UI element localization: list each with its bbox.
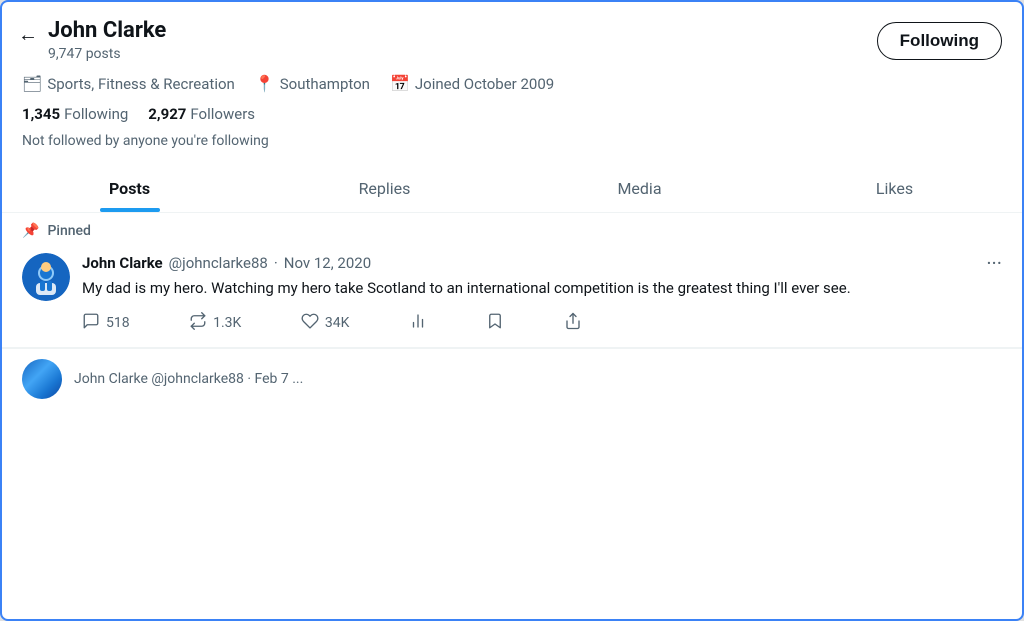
next-tweet-avatar bbox=[22, 359, 62, 399]
category-meta: 🗂 Sports, Fitness & Recreation bbox=[22, 74, 235, 93]
share-action[interactable] bbox=[564, 312, 582, 335]
category-text: Sports, Fitness & Recreation bbox=[47, 75, 235, 93]
like-icon bbox=[301, 312, 319, 335]
profile-card: ← John Clarke 9,747 posts Following 🗂 Sp… bbox=[0, 0, 1024, 621]
user-display-name: John Clarke bbox=[48, 18, 166, 44]
pinned-tweet: John Clarke @johnclarke88 · Nov 12, 2020… bbox=[2, 245, 1022, 348]
tweet-more-button[interactable]: ··· bbox=[986, 253, 1002, 273]
meta-row: 🗂 Sports, Fitness & Recreation 📍 Southam… bbox=[2, 70, 1022, 101]
following-count: 1,345 bbox=[22, 105, 60, 123]
location-meta: 📍 Southampton bbox=[255, 74, 370, 93]
joined-meta: 📅 Joined October 2009 bbox=[390, 74, 554, 93]
joined-text: Joined October 2009 bbox=[415, 75, 554, 93]
retweet-count: 1.3K bbox=[213, 315, 241, 331]
like-count: 34K bbox=[325, 315, 350, 331]
followers-label: Followers bbox=[190, 105, 255, 123]
tab-likes[interactable]: Likes bbox=[767, 163, 1022, 212]
tab-media[interactable]: Media bbox=[512, 163, 767, 212]
following-label: Following bbox=[64, 105, 128, 123]
share-icon bbox=[564, 312, 582, 335]
following-stat[interactable]: 1,345 Following bbox=[22, 105, 128, 123]
profile-header: ← John Clarke 9,747 posts Following bbox=[2, 2, 1022, 70]
not-followed-notice: Not followed by anyone you're following bbox=[2, 129, 1022, 163]
stats-row: 1,345 Following 2,927 Followers bbox=[2, 101, 1022, 129]
followers-count: 2,927 bbox=[148, 105, 186, 123]
category-icon: 🗂 bbox=[22, 74, 42, 93]
tab-posts[interactable]: Posts bbox=[2, 163, 257, 212]
tweet-user-info: John Clarke @johnclarke88 · Nov 12, 2020 bbox=[82, 254, 371, 272]
following-button[interactable]: Following bbox=[877, 22, 1002, 60]
tweet-header: John Clarke @johnclarke88 · Nov 12, 2020… bbox=[82, 253, 1002, 273]
reply-count: 518 bbox=[106, 315, 130, 331]
next-tweet-text: John Clarke @johnclarke88 · Feb 7 ... bbox=[74, 371, 303, 387]
tweet-author-name: John Clarke bbox=[82, 254, 163, 272]
header-left: ← John Clarke 9,747 posts bbox=[18, 18, 166, 62]
tweet-separator: · bbox=[274, 254, 278, 272]
calendar-icon: 📅 bbox=[390, 74, 410, 93]
tweet-body: John Clarke @johnclarke88 · Nov 12, 2020… bbox=[82, 253, 1002, 335]
location-text: Southampton bbox=[280, 75, 370, 93]
analytics-action[interactable] bbox=[409, 312, 427, 335]
bookmark-action[interactable] bbox=[486, 312, 504, 335]
retweet-action[interactable]: 1.3K bbox=[189, 312, 241, 335]
user-name-block: John Clarke 9,747 posts bbox=[48, 18, 166, 62]
profile-tabs: Posts Replies Media Likes bbox=[2, 163, 1022, 213]
avatar bbox=[22, 253, 70, 301]
tweet-text: My dad is my hero. Watching my hero take… bbox=[82, 277, 1002, 300]
reply-action[interactable]: 518 bbox=[82, 312, 130, 335]
bookmark-icon bbox=[486, 312, 504, 335]
like-action[interactable]: 34K bbox=[301, 312, 350, 335]
followers-stat[interactable]: 2,927 Followers bbox=[148, 105, 255, 123]
tab-replies[interactable]: Replies bbox=[257, 163, 512, 212]
retweet-icon bbox=[189, 312, 207, 335]
user-posts-count: 9,747 posts bbox=[48, 46, 166, 62]
pin-icon: 📌 bbox=[22, 223, 39, 239]
tweet-date: Nov 12, 2020 bbox=[284, 254, 371, 272]
next-tweet-preview: John Clarke @johnclarke88 · Feb 7 ... bbox=[2, 348, 1022, 409]
reply-icon bbox=[82, 312, 100, 335]
analytics-icon bbox=[409, 312, 427, 335]
back-button[interactable]: ← bbox=[18, 22, 38, 47]
tweet-handle: @johnclarke88 bbox=[169, 254, 268, 272]
location-icon: 📍 bbox=[255, 74, 275, 93]
tweet-actions: 518 1.3K 34K bbox=[82, 312, 582, 335]
pinned-text: Pinned bbox=[47, 223, 90, 239]
pinned-label: 📌 Pinned bbox=[2, 213, 1022, 245]
